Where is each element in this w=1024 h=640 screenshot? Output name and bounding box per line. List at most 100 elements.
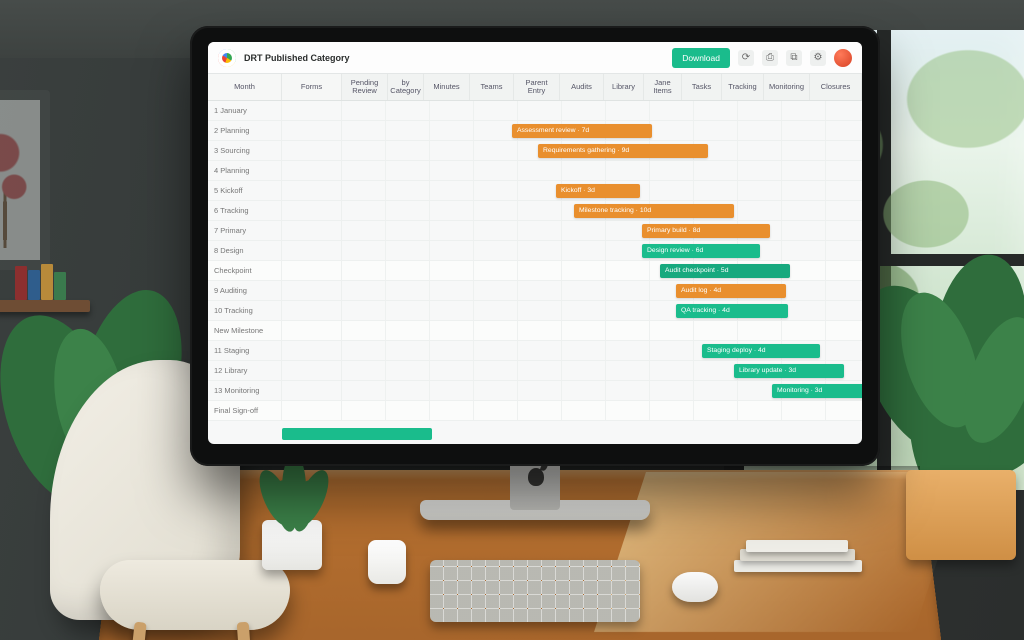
mug (368, 540, 406, 584)
task-row[interactable]: 7 Primary Primary build · 8d (208, 221, 862, 241)
column-header[interactable]: Jane Items (644, 74, 682, 100)
gantt-bar[interactable]: Audit checkpoint · 5d (660, 264, 790, 278)
column-header[interactable]: Library (604, 74, 644, 100)
task-row[interactable]: 5 Kickoff Kickoff · 3d (208, 181, 862, 201)
row-label: 7 Primary (208, 221, 282, 240)
avatar[interactable] (834, 49, 852, 67)
app-header: DRT Published Category Download ⟳ ⎙ ⧉ ⚙ (208, 42, 862, 74)
gantt-bar[interactable]: Staging deploy · 4d (702, 344, 820, 358)
row-forms-cell (282, 261, 342, 280)
row-track: Audit checkpoint · 5d (342, 261, 862, 280)
row-track: Audit log · 4d (342, 281, 862, 300)
row-forms-cell (282, 181, 342, 200)
column-header[interactable]: Minutes (424, 74, 470, 100)
shelf-books (15, 264, 75, 300)
gantt-bar[interactable]: Library update · 3d (734, 364, 844, 378)
gantt-bar[interactable]: Audit log · 4d (676, 284, 786, 298)
row-forms-cell (282, 221, 342, 240)
row-track (342, 161, 862, 180)
app-screen: DRT Published Category Download ⟳ ⎙ ⧉ ⚙ … (208, 42, 862, 444)
copy-icon[interactable]: ⧉ (786, 50, 802, 66)
row-label: 12 Library (208, 361, 282, 380)
row-forms-cell (282, 381, 342, 400)
gantt-bar[interactable]: Design review · 6d (642, 244, 760, 258)
workspace-scene: DRT Published Category Download ⟳ ⎙ ⧉ ⚙ … (0, 0, 1024, 640)
column-header[interactable]: Tracking (722, 74, 764, 100)
wall-art (0, 90, 50, 270)
app-logo-icon (218, 49, 236, 67)
row-label: New Milestone (208, 321, 282, 340)
plant-pot-large (906, 470, 1016, 560)
gantt-rows: 1 January2 Planning Assessment review · 7… (208, 101, 862, 421)
column-header[interactable]: Tasks (682, 74, 722, 100)
row-label: 11 Staging (208, 341, 282, 360)
task-row[interactable]: 8 DesignDesign review · 6d (208, 241, 862, 261)
row-track: Design review · 6d (342, 241, 862, 260)
row-label: 2 Planning (208, 121, 282, 140)
gantt-bar[interactable]: Kickoff · 3d (556, 184, 640, 198)
row-label: 3 Sourcing (208, 141, 282, 160)
column-header[interactable]: by Category (388, 74, 424, 100)
row-forms-cell (282, 341, 342, 360)
gantt-bar[interactable]: Assessment review · 7d (512, 124, 652, 138)
row-track: Assessment review · 7d (342, 121, 862, 140)
row-forms-cell (282, 201, 342, 220)
row-track: Staging deploy · 4d (342, 341, 862, 360)
task-row[interactable]: 1 January (208, 101, 862, 121)
column-header[interactable]: Month (208, 74, 282, 100)
row-label: 9 Auditing (208, 281, 282, 300)
row-track (342, 101, 862, 120)
footer-progress-bar (282, 428, 432, 440)
row-track: Kickoff · 3d (342, 181, 862, 200)
download-button[interactable]: Download (672, 48, 730, 68)
row-track (342, 401, 862, 420)
column-header[interactable]: Audits (560, 74, 604, 100)
task-row[interactable]: 9 Auditing Audit log · 4d (208, 281, 862, 301)
row-track: Library update · 3d (342, 361, 862, 380)
row-label: 4 Planning (208, 161, 282, 180)
gantt-grid: MonthFormsPending Reviewby CategoryMinut… (208, 74, 862, 444)
task-row[interactable]: 13 MonitoringMonitoring · 3d (208, 381, 862, 401)
task-row[interactable]: 10 TrackingQA tracking · 4d (208, 301, 862, 321)
row-forms-cell (282, 401, 342, 420)
row-forms-cell (282, 281, 342, 300)
keyboard (430, 560, 640, 622)
task-row[interactable]: 2 Planning Assessment review · 7d (208, 121, 862, 141)
gantt-bar[interactable]: Monitoring · 3d (772, 384, 862, 398)
row-forms-cell (282, 241, 342, 260)
gantt-bar[interactable]: Primary build · 8d (642, 224, 770, 238)
column-header[interactable]: Pending Review (342, 74, 388, 100)
task-row[interactable]: 3 Sourcing Requirements gathering · 9d (208, 141, 862, 161)
sync-icon[interactable]: ⟳ (738, 50, 754, 66)
row-track: QA tracking · 4d (342, 301, 862, 320)
section-row[interactable]: CheckpointAudit checkpoint · 5d (208, 261, 862, 281)
column-header[interactable]: Teams (470, 74, 514, 100)
apple-logo-icon (528, 468, 544, 486)
row-track: Requirements gathering · 9d (342, 141, 862, 160)
notebook-stack (734, 540, 862, 574)
column-header[interactable]: Monitoring (764, 74, 810, 100)
gantt-bar[interactable]: QA tracking · 4d (676, 304, 788, 318)
wall-shelf (0, 300, 90, 312)
row-label: 6 Tracking (208, 201, 282, 220)
column-header[interactable]: Parent Entry (514, 74, 560, 100)
task-row[interactable]: 4 Planning (208, 161, 862, 181)
mouse (672, 572, 718, 602)
gantt-bar[interactable]: Requirements gathering · 9d (538, 144, 708, 158)
row-forms-cell (282, 101, 342, 120)
row-label: 1 January (208, 101, 282, 120)
row-label: 5 Kickoff (208, 181, 282, 200)
settings-icon[interactable]: ⚙ (810, 50, 826, 66)
row-forms-cell (282, 321, 342, 340)
task-row[interactable]: 6 Tracking Milestone tracking · 10d (208, 201, 862, 221)
column-header[interactable]: Forms (282, 74, 342, 100)
gantt-bar[interactable]: Milestone tracking · 10d (574, 204, 734, 218)
section-row[interactable]: Final Sign-off (208, 401, 862, 421)
section-row[interactable]: New Milestone (208, 321, 862, 341)
row-track: Primary build · 8d (342, 221, 862, 240)
task-row[interactable]: 12 Library Library update · 3d (208, 361, 862, 381)
task-row[interactable]: 11 Staging Staging deploy · 4d (208, 341, 862, 361)
column-header[interactable]: Closures (810, 74, 862, 100)
row-track: Milestone tracking · 10d (342, 201, 862, 220)
print-icon[interactable]: ⎙ (762, 50, 778, 66)
